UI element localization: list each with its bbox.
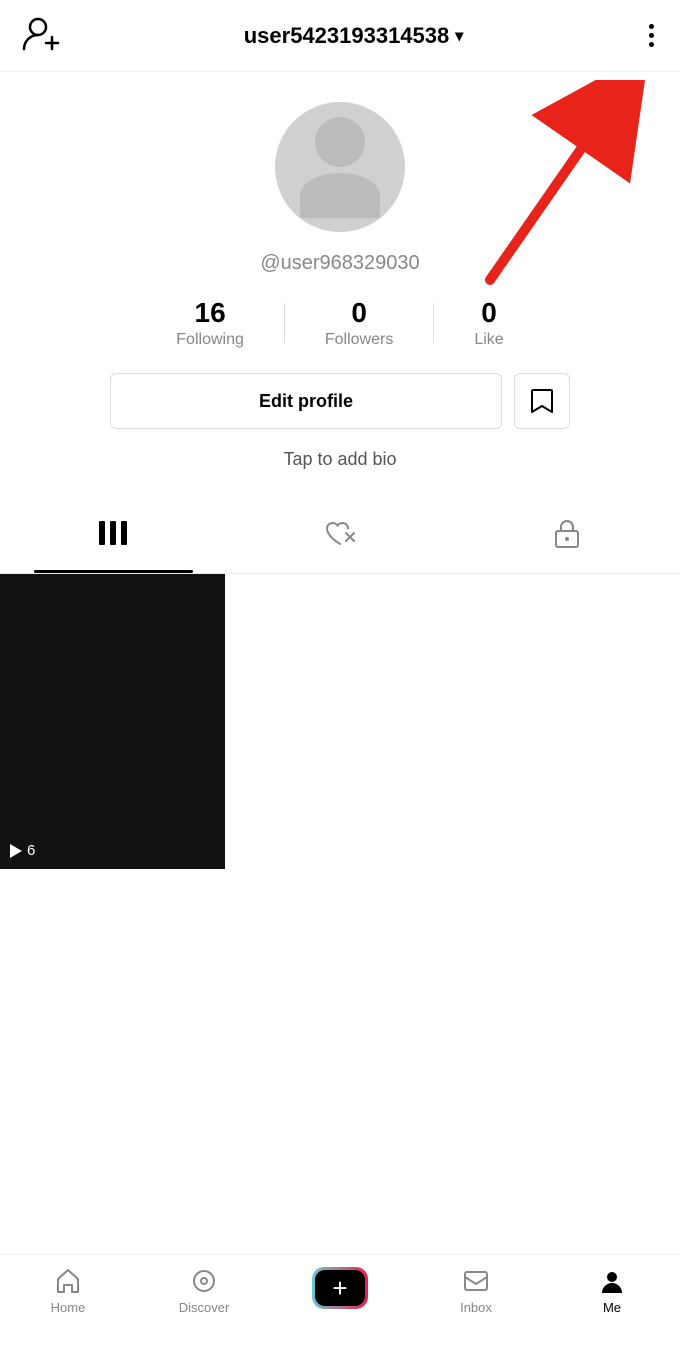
followers-count: 0 — [351, 297, 367, 329]
following-label: Following — [176, 331, 244, 349]
me-icon — [598, 1267, 626, 1295]
edit-profile-button[interactable]: Edit profile — [110, 373, 502, 429]
nav-discover-label: Discover — [179, 1300, 230, 1315]
bookmark-button[interactable] — [514, 373, 570, 429]
followers-stat[interactable]: 0 Followers — [285, 297, 433, 349]
likes-stat[interactable]: 0 Like — [434, 297, 543, 349]
nav-inbox[interactable]: Inbox — [408, 1267, 544, 1315]
create-button[interactable]: + — [312, 1267, 368, 1309]
tab-videos[interactable] — [0, 500, 227, 573]
nav-me[interactable]: Me — [544, 1267, 680, 1315]
liked-icon — [324, 519, 356, 554]
nav-inbox-label: Inbox — [460, 1300, 492, 1315]
home-icon — [54, 1267, 82, 1295]
nav-discover[interactable]: Discover — [136, 1267, 272, 1315]
nav-home-label: Home — [51, 1300, 86, 1315]
tab-private[interactable] — [453, 500, 680, 573]
content-grid: 6 — [0, 574, 680, 869]
header: user5423193314538 ▾ — [0, 0, 680, 72]
discover-icon — [190, 1267, 218, 1295]
likes-label: Like — [474, 331, 503, 349]
bio-placeholder[interactable]: Tap to add bio — [283, 449, 396, 470]
following-stat[interactable]: 16 Following — [136, 297, 284, 349]
profile-section: @user968329030 16 Following 0 Followers … — [0, 72, 680, 500]
bookmark-icon — [529, 387, 555, 415]
stats-row: 16 Following 0 Followers 0 Like — [136, 297, 543, 349]
content-tabs — [0, 500, 680, 574]
video-play-info: 6 — [10, 842, 35, 859]
user-handle: @user968329030 — [260, 252, 419, 275]
action-buttons: Edit profile — [110, 373, 570, 429]
header-username[interactable]: user5423193314538 ▾ — [244, 23, 464, 49]
dropdown-chevron: ▾ — [455, 26, 463, 46]
nav-create[interactable]: + — [272, 1267, 408, 1309]
video-thumbnail[interactable]: 6 — [0, 574, 225, 869]
play-icon — [10, 844, 22, 858]
likes-count: 0 — [481, 297, 497, 329]
nav-home[interactable]: Home — [0, 1267, 136, 1315]
nav-me-label: Me — [603, 1300, 621, 1315]
following-count: 16 — [195, 297, 226, 329]
avatar[interactable] — [275, 102, 405, 232]
more-options-button[interactable] — [643, 18, 660, 53]
tab-liked[interactable] — [227, 500, 454, 573]
inbox-icon — [462, 1267, 490, 1295]
followers-label: Followers — [325, 331, 393, 349]
add-user-button[interactable] — [20, 11, 64, 60]
grid-icon — [98, 520, 128, 553]
bottom-nav: Home Discover + Inbox Me — [0, 1254, 680, 1354]
play-count: 6 — [27, 842, 35, 859]
lock-icon — [554, 518, 580, 555]
